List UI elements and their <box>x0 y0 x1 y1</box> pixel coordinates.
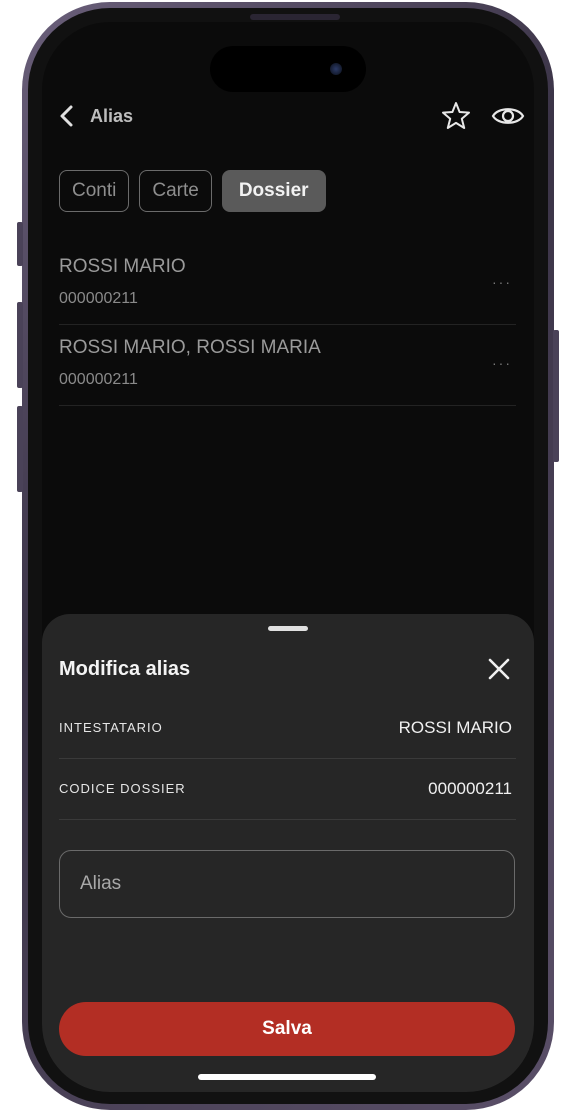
eye-icon[interactable] <box>490 102 526 130</box>
volume-up-hardware <box>17 302 23 388</box>
dynamic-island <box>210 46 366 92</box>
home-indicator[interactable] <box>198 1074 376 1080</box>
holder-label: INTESTATARIO <box>59 720 163 735</box>
star-icon[interactable] <box>440 100 472 132</box>
holder-value: ROSSI MARIO <box>398 718 512 737</box>
top-speaker <box>250 14 340 20</box>
close-icon[interactable] <box>486 656 512 682</box>
tab-dossier[interactable]: Dossier <box>221 170 326 212</box>
more-options-icon[interactable]: ··· <box>492 355 512 371</box>
screen: Alias Conti Carte Dossier ROSSI MARIO 00… <box>42 22 534 1092</box>
action-button-hardware <box>17 222 23 266</box>
list-item-code: 000000211 <box>59 371 138 388</box>
sheet-drag-handle[interactable] <box>268 626 308 631</box>
dossier-code-value: 000000211 <box>428 779 512 798</box>
dossier-code-row: CODICE DOSSIER 000000211 <box>59 759 516 820</box>
holder-row: INTESTATARIO ROSSI MARIO <box>59 698 516 759</box>
app-header: Alias <box>42 94 534 138</box>
tab-bar: Conti Carte Dossier <box>59 170 326 212</box>
dossier-code-label: CODICE DOSSIER <box>59 781 186 796</box>
save-button[interactable]: Salva <box>59 1002 515 1056</box>
list-item[interactable]: ROSSI MARIO 000000211 ··· <box>59 244 516 325</box>
back-chevron-icon[interactable] <box>56 104 78 128</box>
alias-input[interactable] <box>59 850 515 918</box>
tab-carte[interactable]: Carte <box>139 170 212 212</box>
sheet-title: Modifica alias <box>59 658 191 680</box>
list-item[interactable]: ROSSI MARIO, ROSSI MARIA 000000211 ··· <box>59 325 516 406</box>
front-camera <box>330 63 342 75</box>
list-item-title: ROSSI MARIO <box>59 256 186 277</box>
power-button-hardware <box>553 330 559 462</box>
list-item-code: 000000211 <box>59 290 138 307</box>
edit-alias-sheet: Modifica alias INTESTATARIO ROSSI MARIO … <box>42 614 534 1092</box>
dossier-list: ROSSI MARIO 000000211 ··· ROSSI MARIO, R… <box>42 244 534 406</box>
page-title: Alias <box>90 106 134 126</box>
tab-conti[interactable]: Conti <box>59 170 130 212</box>
list-item-title: ROSSI MARIO, ROSSI MARIA <box>59 337 321 358</box>
volume-down-hardware <box>17 406 23 492</box>
more-options-icon[interactable]: ··· <box>492 274 512 290</box>
